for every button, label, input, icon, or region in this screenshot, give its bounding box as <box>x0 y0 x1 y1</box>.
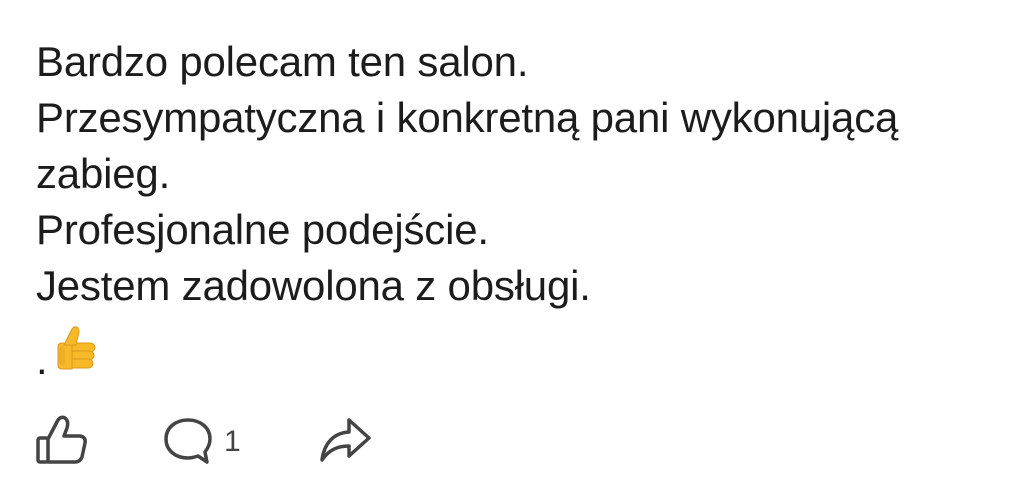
thumbs-up-outline-icon <box>34 412 90 473</box>
speech-bubble-icon <box>160 412 216 473</box>
post-text-line: zabieg. <box>36 150 171 197</box>
action-bar: 1 <box>34 414 373 470</box>
comment-count: 1 <box>224 425 241 458</box>
thumbs-up-emoji-icon <box>50 323 102 380</box>
emoji-line: . <box>36 323 102 383</box>
post-text-line: Jestem zadowolona z obsługi. <box>36 262 591 309</box>
like-button[interactable] <box>34 412 90 473</box>
post-text: Bardzo polecam ten salon. Przesympatyczn… <box>36 34 996 314</box>
share-button[interactable] <box>317 412 373 473</box>
post-text-line: Profesjonalne podejście. <box>36 206 489 253</box>
post-card: Bardzo polecam ten salon. Przesympatyczn… <box>0 0 1024 500</box>
post-text-line: Przesympatyczna i konkretną pani wykonuj… <box>36 94 899 141</box>
post-text-line: Bardzo polecam ten salon. <box>36 38 529 85</box>
comment-button[interactable]: 1 <box>160 412 241 473</box>
dot-text: . <box>36 336 48 383</box>
share-arrow-icon <box>317 412 373 473</box>
